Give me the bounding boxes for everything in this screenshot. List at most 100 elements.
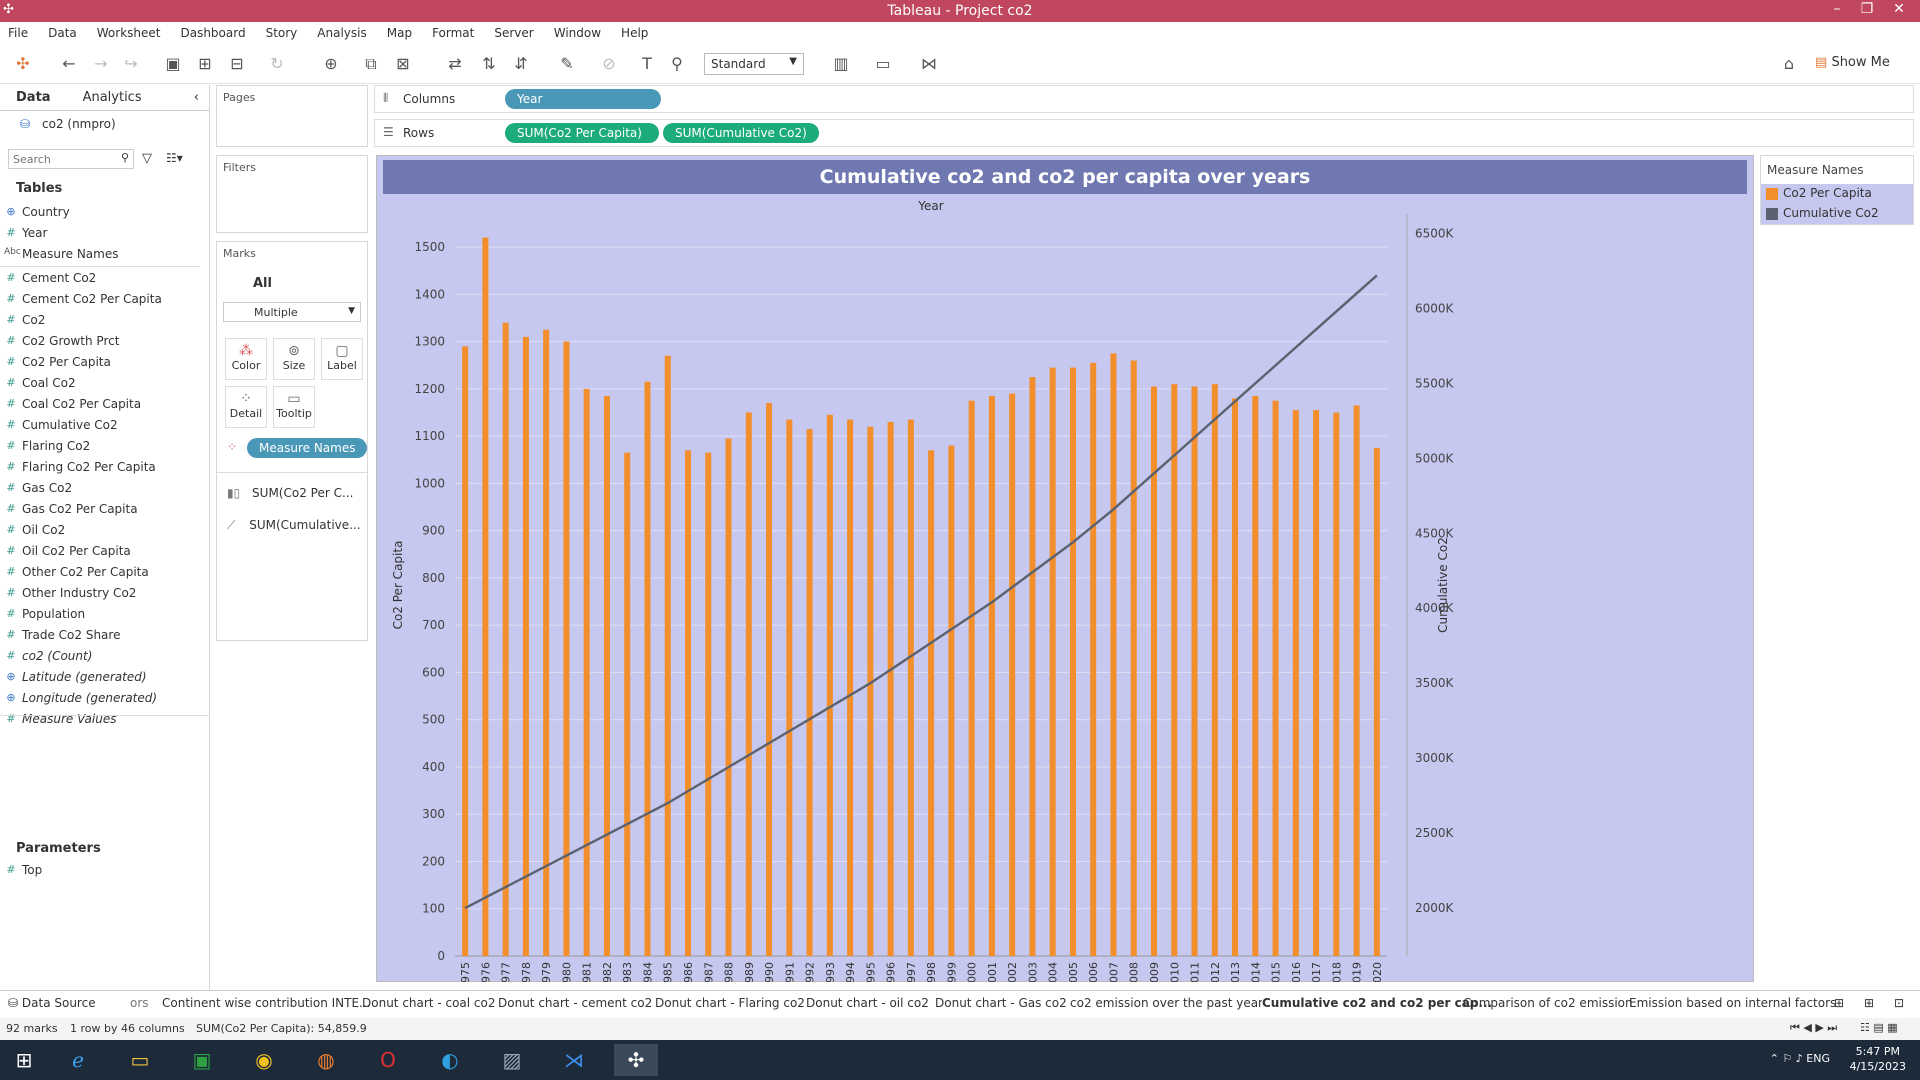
tab-comparison[interactable]: Comparison of co2 emission bbox=[1463, 996, 1633, 1010]
field-oil-co2[interactable]: # Oil Co2 bbox=[6, 523, 65, 537]
minimize-icon[interactable]: – bbox=[1822, 1, 1852, 17]
field-flaring-co2-per-capita[interactable]: # Flaring Co2 Per Capita bbox=[6, 460, 155, 474]
vscode-icon[interactable]: ⋊ bbox=[552, 1044, 596, 1076]
sum-co2-per-capita-pill[interactable]: SUM(Co2 Per Capita) bbox=[505, 123, 659, 143]
filters-card[interactable]: Filters bbox=[216, 155, 368, 233]
show-cards-icon[interactable]: ▥ bbox=[830, 53, 852, 75]
share-icon[interactable]: ⋈ bbox=[918, 53, 940, 75]
field-cement-co2-per-capita[interactable]: # Cement Co2 Per Capita bbox=[6, 292, 161, 306]
columns-shelf[interactable]: ⦀ Columns Year bbox=[374, 85, 1914, 113]
field-cumulative-co2[interactable]: # Cumulative Co2 bbox=[6, 418, 117, 432]
field-co2[interactable]: # Co2 bbox=[6, 313, 45, 327]
tab-continent[interactable]: Continent wise contribution INTE... bbox=[162, 996, 371, 1010]
label-button[interactable]: ▢ Label bbox=[321, 338, 363, 380]
field-flaring-co2[interactable]: # Flaring Co2 bbox=[6, 439, 90, 453]
menu-help[interactable]: Help bbox=[621, 26, 648, 40]
tab-nav-arrows-icon[interactable]: ⏮ ◀ ▶ ⏭ bbox=[1790, 1021, 1837, 1035]
clock[interactable]: 5:47 PM 4/15/2023 bbox=[1850, 1044, 1906, 1074]
field-gas-co2-per-capita[interactable]: # Gas Co2 Per Capita bbox=[6, 502, 137, 516]
tableau-home-icon[interactable]: ✣ bbox=[12, 53, 34, 75]
menu-format[interactable]: Format bbox=[432, 26, 474, 40]
menu-map[interactable]: Map bbox=[387, 26, 412, 40]
menu-window[interactable]: Window bbox=[554, 26, 601, 40]
close-icon[interactable]: ✕ bbox=[1884, 1, 1914, 17]
new-dashboard-icon[interactable]: ⊞ bbox=[1864, 996, 1874, 1010]
fit-select[interactable]: Standard ▼ bbox=[704, 53, 804, 75]
tab-donut-oil[interactable]: Donut chart - oil co2 bbox=[806, 996, 929, 1010]
tableau-taskbar-icon[interactable]: ✣ bbox=[614, 1044, 658, 1076]
show-me-button[interactable]: ▤ Show Me bbox=[1815, 55, 1890, 70]
tab-donut-cement[interactable]: Donut chart - cement co2 bbox=[498, 996, 652, 1010]
color-button[interactable]: ⁂ Color bbox=[225, 338, 267, 380]
new-datasource-icon[interactable]: ⊞ bbox=[194, 53, 216, 75]
field-coal-co2[interactable]: # Coal Co2 bbox=[6, 376, 75, 390]
menu-file[interactable]: File bbox=[8, 26, 28, 40]
field-trade-co2-share[interactable]: # Trade Co2 Share bbox=[6, 628, 120, 642]
edge-icon[interactable]: ◐ bbox=[428, 1044, 472, 1076]
new-story-icon[interactable]: ⊡ bbox=[1894, 996, 1904, 1010]
tab-analytics[interactable]: Analytics bbox=[67, 85, 158, 110]
size-button[interactable]: ⊚ Size bbox=[273, 338, 315, 380]
field-longitude-generated-[interactable]: ⊕ Longitude (generated) bbox=[6, 691, 157, 705]
tab-donut-coal[interactable]: Donut chart - coal co2 bbox=[362, 996, 495, 1010]
windows-start-icon[interactable]: ⊞ bbox=[2, 1044, 46, 1076]
measure-names-pill[interactable]: Measure Names bbox=[247, 438, 368, 458]
legend-item-co2-per-capita[interactable]: Co2 Per Capita bbox=[1761, 184, 1913, 204]
pause-updates-icon[interactable]: ⊟ bbox=[226, 53, 248, 75]
clear-sheet-icon[interactable]: ⊠ bbox=[392, 53, 414, 75]
mark-type-select[interactable]: Multiple ▼ bbox=[223, 302, 361, 322]
tab-donut-gas[interactable]: Donut chart - Gas co2 bbox=[935, 996, 1067, 1010]
field-co2-per-capita[interactable]: # Co2 Per Capita bbox=[6, 355, 110, 369]
group-icon[interactable]: ⊘ bbox=[598, 53, 620, 75]
view-mode-icon[interactable]: ☷ ▤ ▦ bbox=[1860, 1021, 1898, 1034]
field-other-co2-per-capita[interactable]: # Other Co2 Per Capita bbox=[6, 565, 148, 579]
refresh-icon[interactable]: ↻ bbox=[266, 53, 288, 75]
field-country[interactable]: ⊕ Country bbox=[6, 205, 69, 219]
store-icon[interactable]: ▣ bbox=[180, 1044, 224, 1076]
collapse-icon[interactable]: ‹ bbox=[184, 85, 209, 110]
field-year[interactable]: # Year bbox=[6, 226, 47, 240]
menu-story[interactable]: Story bbox=[266, 26, 298, 40]
highlight-icon[interactable]: ✎ bbox=[556, 53, 578, 75]
field-co2-count-[interactable]: # co2 (Count) bbox=[6, 649, 92, 663]
menu-dashboard[interactable]: Dashboard bbox=[180, 26, 245, 40]
view-options-icon[interactable]: ☷▾ bbox=[166, 151, 183, 165]
year-pill[interactable]: Year bbox=[505, 89, 661, 109]
sort-asc-icon[interactable]: ⇅ bbox=[478, 53, 500, 75]
redo-icon[interactable]: → bbox=[90, 53, 112, 75]
filter-icon[interactable]: ▽ bbox=[142, 151, 152, 166]
field-population[interactable]: # Population bbox=[6, 607, 85, 621]
chrome-icon[interactable]: ◉ bbox=[242, 1044, 286, 1076]
pages-card[interactable]: Pages bbox=[216, 85, 368, 147]
search-input[interactable] bbox=[9, 150, 109, 168]
tab-donut-flaring[interactable]: Donut chart - Flaring co2 bbox=[655, 996, 805, 1010]
menu-analysis[interactable]: Analysis bbox=[317, 26, 366, 40]
field-oil-co2-per-capita[interactable]: # Oil Co2 Per Capita bbox=[6, 544, 130, 558]
tab-data-source[interactable]: ⛁ Data Source bbox=[8, 996, 96, 1010]
tab-data[interactable]: Data bbox=[0, 85, 67, 110]
field-other-industry-co2[interactable]: # Other Industry Co2 bbox=[6, 586, 136, 600]
field-cement-co2[interactable]: # Cement Co2 bbox=[6, 271, 96, 285]
ie-icon[interactable]: ℯ bbox=[56, 1044, 100, 1076]
format-painter-icon[interactable]: ⌂ bbox=[1778, 53, 1800, 75]
undo-icon[interactable]: ← bbox=[58, 53, 80, 75]
search-box[interactable]: ⚲ bbox=[8, 149, 134, 169]
menu-worksheet[interactable]: Worksheet bbox=[97, 26, 161, 40]
tab-sheet-cut[interactable]: ors bbox=[130, 996, 149, 1010]
marks-bar-layer[interactable]: ▮▯ SUM(Co2 Per C... bbox=[227, 486, 353, 500]
rows-shelf[interactable]: ☰ Rows SUM(Co2 Per Capita) SUM(Cumulativ… bbox=[374, 119, 1914, 147]
presentation-icon[interactable]: ▭ bbox=[872, 53, 894, 75]
tooltip-button[interactable]: ▭ Tooltip bbox=[273, 386, 315, 428]
sort-desc-icon[interactable]: ⇵ bbox=[510, 53, 532, 75]
new-sheet-icon[interactable]: ⊕ bbox=[320, 53, 342, 75]
labels-icon[interactable]: T bbox=[636, 53, 658, 75]
swap-icon[interactable]: ⇄ bbox=[444, 53, 466, 75]
save-icon[interactable]: ▣ bbox=[162, 53, 184, 75]
marks-all-label[interactable]: All bbox=[253, 276, 272, 291]
system-tray[interactable]: ⌃ ⚐ ♪ ENG bbox=[1770, 1052, 1830, 1065]
menu-data[interactable]: Data bbox=[48, 26, 77, 40]
menu-server[interactable]: Server bbox=[494, 26, 533, 40]
field-co2-growth-prct[interactable]: # Co2 Growth Prct bbox=[6, 334, 119, 348]
photos-icon[interactable]: ▨ bbox=[490, 1044, 534, 1076]
file-explorer-icon[interactable]: ▭ bbox=[118, 1044, 162, 1076]
